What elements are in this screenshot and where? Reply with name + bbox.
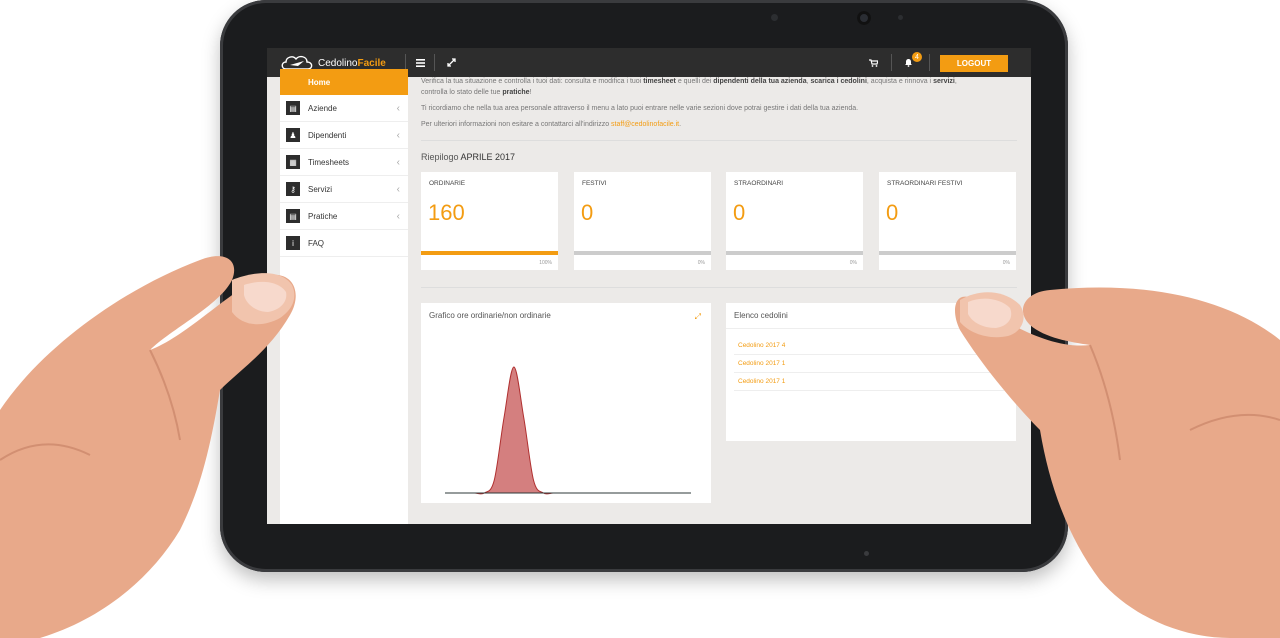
sidebar-item-label: Aziende xyxy=(308,103,337,113)
sidebar-item-aziende[interactable]: ▤ Aziende ‹ xyxy=(280,95,408,122)
intro-text: . xyxy=(679,121,682,128)
sidebar-item-pratiche[interactable]: ▤ Pratiche ‹ xyxy=(280,203,408,230)
intro-bold: scarica i cedolini xyxy=(810,78,867,85)
users-icon: ♟ xyxy=(286,128,300,142)
intro-bold: dipendenti della tua azienda xyxy=(713,78,807,85)
intro-text: ! xyxy=(529,89,532,96)
intro-text: , acquista e rinnova i xyxy=(866,78,934,85)
area-series xyxy=(444,366,691,495)
intro-bold: servizi xyxy=(933,78,955,85)
sidebar-item-label: Servizi xyxy=(308,184,333,194)
stat-card-ordinarie: ORDINARIE 160 100% xyxy=(421,172,558,270)
cedolino-link[interactable]: Cedolino 2017 4 xyxy=(734,337,1004,355)
intro-line-2: controlla lo stato delle tue pratiche! xyxy=(421,89,1021,96)
card-value: 0 xyxy=(733,200,746,225)
sensor-dot xyxy=(771,14,778,21)
card-title: ORDINARIE xyxy=(429,180,466,187)
stat-card-straordinari: STRAORDINARI 0 0% xyxy=(726,172,863,270)
progress-bar xyxy=(879,251,1016,255)
intro-text: Verifica la tua situazione e controlla i… xyxy=(421,78,644,85)
logout-button[interactable]: LOGOUT xyxy=(940,55,1008,72)
chevron-left-icon: ‹ xyxy=(396,102,400,114)
card-title: STRAORDINARI xyxy=(734,180,784,187)
card-value: 0 xyxy=(886,200,899,225)
chevron-left-icon: ‹ xyxy=(396,210,400,222)
riepilogo-label: Riepilogo xyxy=(421,152,461,162)
sidebar-item-servizi[interactable]: ⚷ Servizi ‹ xyxy=(280,176,408,203)
separator xyxy=(434,54,435,71)
camera-icon xyxy=(857,11,871,25)
sidebar-item-label: Home xyxy=(308,77,331,87)
riepilogo-period: APRILE 2017 xyxy=(460,152,516,162)
bell-icon xyxy=(904,59,912,67)
hamburger-icon xyxy=(415,58,425,67)
intro-line-1: Verifica la tua situazione e controlla i… xyxy=(421,78,1021,85)
chevron-left-icon: ‹ xyxy=(396,156,400,168)
email-link[interactable]: staff@cedolinofacile.it xyxy=(611,121,679,128)
progress-bar xyxy=(574,251,711,255)
sidebar-item-label: Pratiche xyxy=(308,211,338,221)
progress-fill xyxy=(421,251,558,255)
sidebar-item-label: FAQ xyxy=(308,238,325,248)
sidebar-item-timesheets[interactable]: ▦ Timesheets ‹ xyxy=(280,149,408,176)
chevron-left-icon: ‹ xyxy=(396,129,400,141)
card-title: STRAORDINARI FESTIVI xyxy=(887,180,963,187)
calendar-icon: ▦ xyxy=(286,155,300,169)
separator xyxy=(891,54,892,71)
menu-toggle-button[interactable] xyxy=(412,48,428,77)
card-percent: 0% xyxy=(697,260,705,266)
card-title: FESTIVI xyxy=(582,180,607,187)
stat-card-festivi: FESTIVI 0 0% xyxy=(574,172,711,270)
sidebar-item-dipendenti[interactable]: ♟ Dipendenti ‹ xyxy=(280,122,408,149)
progress-bar xyxy=(421,251,558,255)
key-icon: ⚷ xyxy=(286,182,300,196)
cart-button[interactable] xyxy=(865,48,881,77)
divider xyxy=(421,140,1017,141)
info-icon: i xyxy=(286,236,300,250)
card-percent: 100% xyxy=(539,260,552,266)
cart-icon xyxy=(868,58,878,67)
card-value: 0 xyxy=(581,200,594,225)
chevron-left-icon: ‹ xyxy=(396,183,400,195)
stat-card-straordinari-festivi: STRAORDINARI FESTIVI 0 0% xyxy=(879,172,1016,270)
sidebar-item-label: Dipendenti xyxy=(308,130,347,140)
intro-text: controlla lo stato delle tue xyxy=(421,89,503,96)
intro-text: , xyxy=(954,78,957,85)
sidebar-item-label: Timesheets xyxy=(308,157,350,167)
intro-line-4: Per ulteriori informazioni non esitare a… xyxy=(421,121,1021,128)
intro-bold: timesheet xyxy=(643,78,676,85)
cedolini-panel: Elenco cedolini Cedolino 2017 4 Cedolino… xyxy=(726,303,1016,441)
progress-bar xyxy=(726,251,863,255)
home-icon xyxy=(286,75,300,89)
chart-panel: Grafico ore ordinarie/non ordinarie ⤢ xyxy=(421,303,711,503)
expand-icon xyxy=(446,58,456,67)
intro-bold: pratiche xyxy=(502,89,530,96)
card-percent: 0% xyxy=(849,260,857,266)
logo-text: Cedolino xyxy=(318,57,358,69)
intro-line-3: Ti ricordiamo che nella tua area persona… xyxy=(421,105,859,112)
notification-badge: 4 xyxy=(912,52,922,62)
logo-accent-text: Facile xyxy=(357,57,386,69)
separator xyxy=(929,54,930,71)
card-value: 160 xyxy=(428,200,465,225)
divider xyxy=(726,328,1016,329)
riepilogo-heading: Riepilogo APRILE 2017 xyxy=(421,152,515,162)
card-percent: 0% xyxy=(1002,260,1010,266)
app-screen: CedolinoFacile 4 LOGOUT Home ▤ Aziende ‹ xyxy=(267,48,1031,524)
sidebar-item-faq[interactable]: i FAQ xyxy=(280,230,408,257)
home-button xyxy=(864,551,869,556)
intro-text: e quelli dei xyxy=(675,78,714,85)
fullscreen-button[interactable] xyxy=(443,48,459,77)
intro-text: Per ulteriori informazioni non esitare a… xyxy=(421,121,612,128)
sensor-dot xyxy=(898,15,903,20)
sidebar: Home ▤ Aziende ‹ ♟ Dipendenti ‹ ▦ Timesh… xyxy=(280,69,408,524)
building-icon: ▤ xyxy=(286,101,300,115)
area-chart xyxy=(444,366,691,495)
file-icon: ▤ xyxy=(286,209,300,223)
cedolino-link[interactable]: Cedolino 2017 1 xyxy=(734,373,1004,391)
divider xyxy=(421,287,1017,288)
cedolino-link[interactable]: Cedolino 2017 1 xyxy=(734,355,1004,373)
sidebar-item-home[interactable]: Home xyxy=(280,69,408,95)
panel-title: Elenco cedolini xyxy=(734,311,788,320)
